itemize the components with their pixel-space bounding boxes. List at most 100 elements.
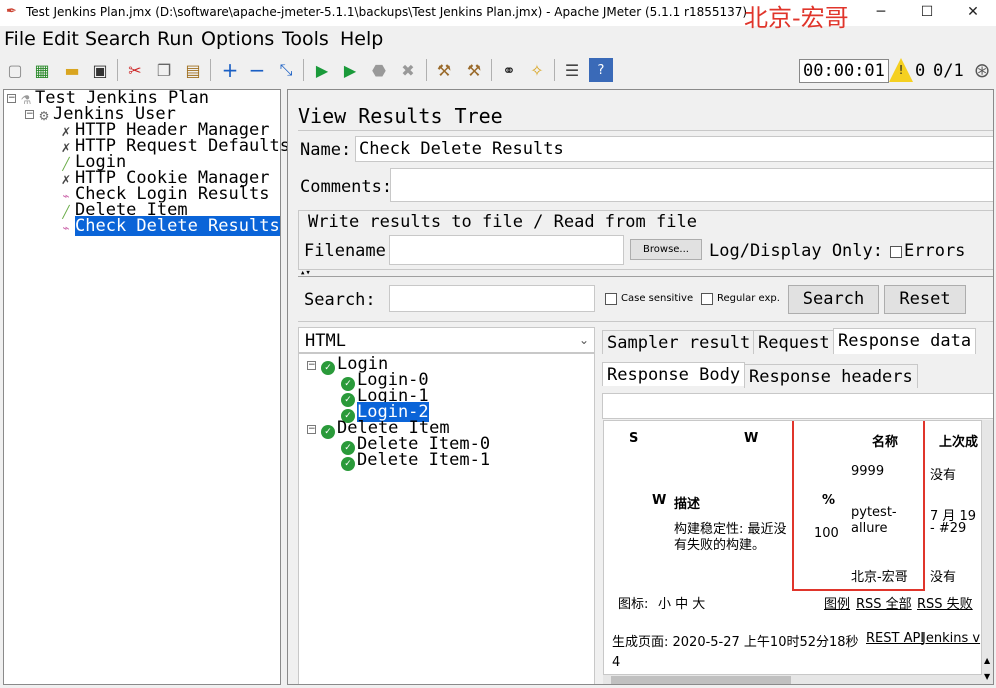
response-html-view: S W 名称 上次成 9999 没有 W 描述 % 构建稳定性: 最近没 有失败… [603, 420, 982, 675]
close-button[interactable]: ✕ [950, 0, 996, 26]
job-last-3: 没有 [930, 570, 957, 585]
tab-response-body[interactable]: Response Body [602, 362, 746, 386]
errors-checkbox[interactable] [890, 246, 902, 258]
search-button[interactable]: Search [788, 285, 879, 314]
save-icon[interactable]: ▣ [88, 58, 112, 82]
horizontal-scroll-thumb[interactable] [611, 676, 791, 684]
collapse-toggle-icon[interactable]: − [307, 425, 316, 434]
paste-icon[interactable]: ▤ [181, 58, 205, 82]
scroll-down-arrow-icon[interactable]: ▼ [984, 672, 990, 681]
watermark-text: 北京-宏哥 [744, 4, 849, 32]
reset-button[interactable]: Reset [884, 285, 966, 314]
success-check-icon: ✓ [321, 361, 335, 375]
menu-tools[interactable]: Tools [282, 28, 329, 50]
title-divider [298, 130, 993, 131]
toolbar: ▢ ▦ ▬ ▣ ✂ ❐ ▤ + − ⤡ ▶ ▶ ⬣ ✖ ⚒ ⚒ ⚭ ✧ ☰ ? … [0, 56, 996, 86]
tree-node-check-delete-results[interactable]: ⌁ Check Delete Results [59, 216, 280, 236]
listener-icon: ⌁ [62, 189, 70, 203]
listener-panel: View Results Tree Name: Check Delete Res… [287, 89, 994, 685]
errors-label: Errors [904, 241, 966, 261]
shutdown-icon[interactable]: ✖ [396, 58, 420, 82]
tab-response-headers[interactable]: Response headers [744, 364, 918, 388]
stop-icon[interactable]: ⬣ [367, 58, 391, 82]
elapsed-timer: 00:00:01 [799, 59, 889, 83]
case-sensitive-label: Case sensitive [621, 293, 694, 304]
tab-request[interactable]: Request [753, 330, 835, 354]
rss-all-link[interactable]: RSS 全部 [856, 593, 912, 612]
browse-button[interactable]: Browse... [630, 239, 702, 260]
filename-field[interactable] [389, 235, 624, 265]
config-tools-icon: ✗ [60, 141, 72, 155]
splitter-divider[interactable] [298, 276, 993, 277]
generated-time: 生成页面: 2020-5-27 上午10时52分18秒 [612, 635, 859, 650]
legend-link[interactable]: 图例 [824, 593, 850, 612]
clear-icon[interactable]: ⚒ [432, 58, 456, 82]
horizontal-scrollbar[interactable] [603, 675, 982, 684]
menu-file[interactable]: File [4, 28, 36, 50]
minimize-button[interactable]: ─ [858, 0, 904, 26]
thread-count: 0/1 [933, 61, 964, 81]
cut-icon[interactable]: ✂ [123, 58, 147, 82]
title-bar: ✒ Test Jenkins Plan.jmx (D:\software\apa… [0, 0, 996, 30]
desc-text-line2: 有失败的构建。 [674, 538, 766, 553]
comments-field[interactable] [390, 168, 993, 202]
renderer-value: HTML [305, 331, 346, 351]
jenkins-version-link[interactable]: Jenkins v [922, 631, 980, 646]
function-helper-icon[interactable]: ☰ [560, 58, 584, 82]
help-icon[interactable]: ? [589, 58, 613, 82]
collapse-toggle-icon[interactable]: − [307, 361, 316, 370]
templates-icon[interactable]: ▦ [30, 58, 54, 82]
start-icon[interactable]: ▶ [310, 58, 334, 82]
window-title: Test Jenkins Plan.jmx (D:\software\apach… [26, 5, 748, 19]
config-tools-icon: ✗ [60, 173, 72, 187]
new-icon[interactable]: ▢ [3, 58, 27, 82]
thread-group-gear-icon: ⚙ [38, 109, 50, 123]
comments-label: Comments: [300, 177, 393, 197]
sample-delete-item-1[interactable]: ✓ Delete Item-1 [341, 452, 490, 471]
vertical-scrollbar[interactable]: ▲ ▼ [982, 420, 993, 684]
menu-edit[interactable]: Edit [42, 28, 79, 50]
search-input[interactable] [389, 285, 595, 312]
filename-label: Filename [304, 241, 386, 261]
menu-help[interactable]: Help [340, 28, 383, 50]
toolbar-separator [303, 59, 304, 81]
collapse-toggle-icon[interactable]: − [25, 110, 34, 119]
icon-size-options[interactable]: 小 中 大 [658, 593, 705, 612]
sampler-pipette-icon: ╱ [62, 157, 70, 171]
menu-run[interactable]: Run [157, 28, 193, 50]
toolbar-separator [554, 59, 555, 81]
copy-icon[interactable]: ❐ [152, 58, 176, 82]
toolbar-separator [491, 59, 492, 81]
job-last-1: 没有 [930, 468, 957, 483]
renderer-select[interactable]: HTML ⌄ [298, 327, 595, 353]
expand-icon[interactable]: + [218, 58, 242, 82]
regular-exp-checkbox[interactable] [701, 293, 713, 305]
reset-search-broom-icon[interactable]: ✧ [525, 58, 549, 82]
open-icon[interactable]: ▬ [60, 58, 84, 82]
name-field[interactable]: Check Delete Results [355, 136, 993, 162]
collapse-toggle-icon[interactable]: − [7, 94, 16, 103]
rest-api-link[interactable]: REST API [866, 631, 924, 646]
menu-options[interactable]: Options [201, 28, 274, 50]
log-display-label: Log/Display Only: [709, 241, 883, 261]
collapse-icon[interactable]: − [245, 58, 269, 82]
rss-fail-link[interactable]: RSS 失败 [917, 593, 973, 612]
warning-count: 0 [915, 61, 926, 81]
test-plan-icon: ⚗ [20, 93, 32, 107]
tab-response-data[interactable]: Response data [833, 328, 977, 354]
case-sensitive-checkbox[interactable] [605, 293, 617, 305]
response-find-bar[interactable] [602, 393, 993, 419]
highlight-box [792, 421, 925, 591]
warning-icon[interactable]: ! [889, 58, 913, 82]
menu-search[interactable]: Search [85, 28, 150, 50]
scroll-up-arrow-icon[interactable]: ▲ [984, 656, 990, 665]
regular-exp-label: Regular exp. [717, 293, 780, 304]
search-binoculars-icon[interactable]: ⚭ [497, 58, 521, 82]
clear-all-icon[interactable]: ⚒ [462, 58, 486, 82]
job-last-2-line2: - #29 [930, 521, 967, 536]
toggle-icon[interactable]: ⤡ [274, 58, 298, 82]
tab-sampler-result[interactable]: Sampler result [602, 330, 756, 354]
desc-w: W [652, 493, 667, 508]
maximize-button[interactable]: ☐ [904, 0, 950, 26]
start-no-pause-icon[interactable]: ▶ [338, 58, 362, 82]
